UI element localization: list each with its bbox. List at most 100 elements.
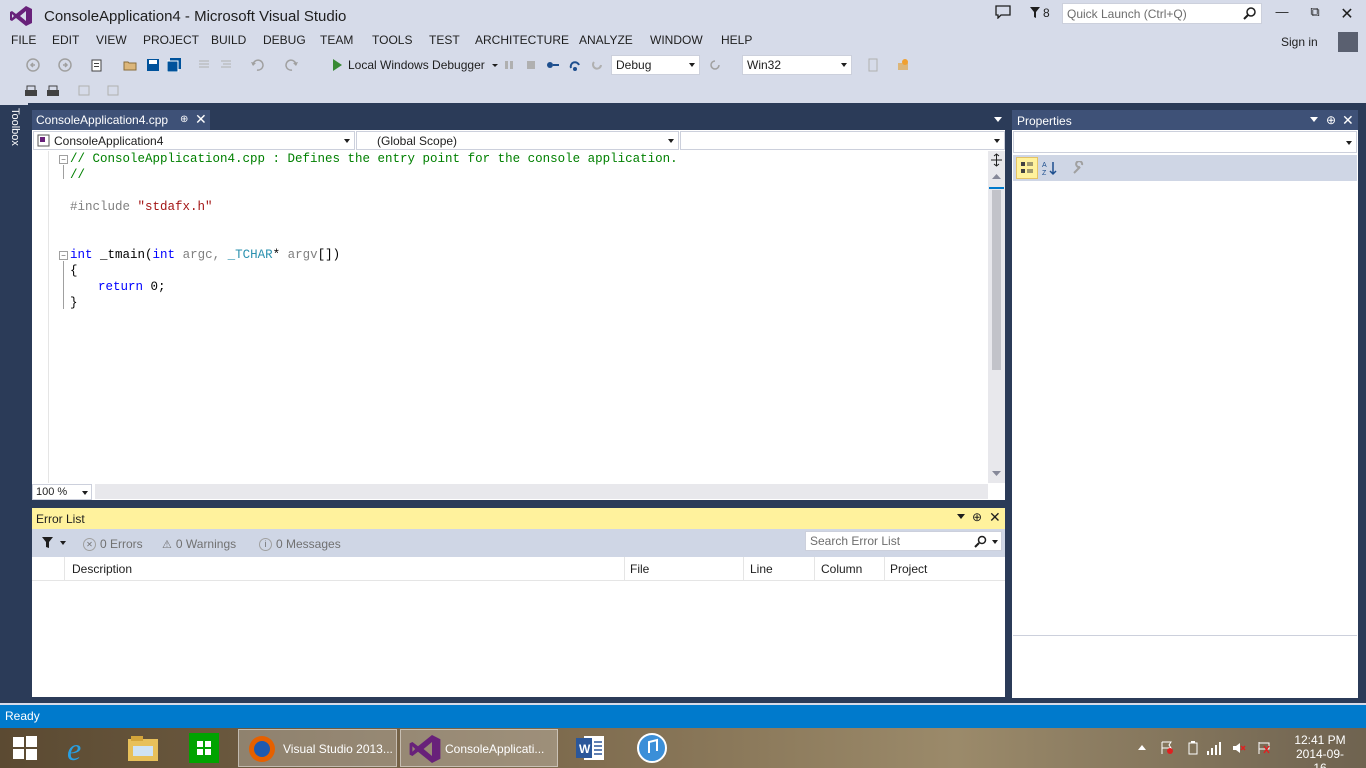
chevron-down-icon[interactable] [957, 514, 965, 519]
new-project-icon[interactable] [90, 58, 104, 72]
step-over-icon[interactable] [568, 58, 582, 72]
code-editor[interactable] [32, 130, 1005, 500]
menu-edit[interactable]: EDIT [52, 33, 79, 47]
undo-icon[interactable] [250, 58, 264, 72]
rebuild-solution-icon[interactable] [46, 83, 60, 97]
column-column[interactable]: Column [821, 562, 862, 576]
redo-icon[interactable] [285, 58, 299, 72]
build-solution-icon[interactable] [24, 83, 38, 97]
error-list-search-input[interactable]: Search Error List [805, 531, 1002, 551]
cancel-build-icon[interactable] [106, 83, 120, 97]
back-icon[interactable] [26, 58, 40, 72]
code-line-2[interactable]: // [70, 168, 85, 182]
show-hidden-icons-icon[interactable] [1137, 743, 1147, 751]
warnings-filter-button[interactable]: ⚠ 0 Warnings [162, 537, 236, 551]
save-all-icon[interactable] [167, 58, 181, 72]
word-icon[interactable]: W [576, 734, 606, 762]
member-nav-select[interactable] [680, 131, 1005, 150]
comment-icon[interactable] [197, 58, 211, 72]
code-line-1[interactable]: // ConsoleApplication4.cpp : Defines the… [70, 152, 678, 166]
chevron-down-icon[interactable] [1310, 117, 1318, 122]
stop-icon[interactable] [524, 58, 538, 72]
scroll-down-icon[interactable] [991, 470, 1002, 478]
avatar[interactable] [1338, 32, 1358, 52]
flag-icon[interactable] [1257, 741, 1271, 755]
menu-tools[interactable]: TOOLS [372, 33, 412, 47]
filter-icon[interactable] [42, 537, 53, 548]
feedback-filter-icon[interactable] [1030, 7, 1040, 18]
platform-select[interactable]: Win32 [742, 55, 852, 75]
publish-icon[interactable] [77, 83, 91, 97]
local-windows-debugger-button[interactable]: Local Windows Debugger [348, 58, 485, 72]
menu-view[interactable]: VIEW [96, 33, 127, 47]
collapse-toggle[interactable]: − [59, 251, 68, 260]
internet-explorer-icon[interactable]: e [65, 733, 97, 763]
scope-nav-select[interactable]: (Global Scope) [356, 131, 679, 150]
properties-object-select[interactable] [1013, 131, 1357, 153]
menu-build[interactable]: BUILD [211, 33, 246, 47]
property-pages-wrench-icon[interactable] [1072, 161, 1086, 175]
zoom-select[interactable]: 100 % [32, 484, 92, 500]
refresh-icon[interactable] [708, 58, 722, 72]
menu-test[interactable]: TEST [429, 33, 460, 47]
column-file[interactable]: File [630, 562, 649, 576]
code-line-return[interactable]: return 0; [98, 280, 166, 294]
notification-icon[interactable] [995, 5, 1011, 19]
menu-architecture[interactable]: ARCHITECTURE [475, 33, 569, 47]
search-icon[interactable] [974, 535, 987, 548]
action-center-icon[interactable] [1160, 741, 1174, 755]
find-in-files-icon[interactable] [896, 58, 910, 72]
minimize-button[interactable]: — [1270, 4, 1294, 24]
collapse-toggle[interactable]: − [59, 155, 68, 164]
system-clock[interactable]: 12:41 PM 2014-09-16 [1290, 733, 1350, 768]
step-into-icon[interactable] [546, 58, 560, 72]
alphabetical-sort-icon[interactable]: AZ [1042, 160, 1058, 176]
close-window-button[interactable]: ✕ [1335, 4, 1359, 24]
taskbar-firefox-visual-studio[interactable]: Visual Studio 2013... [238, 729, 397, 767]
categorized-button[interactable] [1016, 157, 1038, 179]
close-panel-icon[interactable]: ✕ [989, 509, 1001, 526]
tab-list-dropdown-icon[interactable] [994, 117, 1002, 122]
open-file-icon[interactable] [123, 58, 137, 72]
code-line-main[interactable]: int _tmain(int argc, _TCHAR* argv[]) [70, 248, 340, 262]
column-divider[interactable] [743, 557, 744, 581]
chevron-down-icon[interactable] [992, 540, 998, 544]
column-line[interactable]: Line [750, 562, 773, 576]
pin-icon[interactable]: ⊕ [180, 114, 188, 125]
battery-icon[interactable] [1187, 741, 1199, 755]
pin-icon[interactable]: ⊕ [972, 510, 982, 524]
split-icon[interactable] [990, 153, 1003, 167]
code-line-open-brace[interactable]: { [70, 264, 78, 278]
errors-filter-button[interactable]: ✕ 0 Errors [83, 537, 143, 552]
code-line-include[interactable]: #include "stdafx.h" [70, 200, 213, 214]
sign-in-link[interactable]: Sign in [1281, 35, 1318, 49]
uncomment-icon[interactable] [219, 58, 233, 72]
windows-store-icon[interactable] [189, 733, 219, 763]
code-line-close-brace[interactable]: } [70, 296, 78, 310]
menu-analyze[interactable]: ANALYZE [579, 33, 633, 47]
column-description[interactable]: Description [72, 562, 132, 576]
taskbar-visual-studio[interactable]: ConsoleApplicati... [400, 729, 558, 767]
network-signal-icon[interactable] [1207, 741, 1223, 755]
column-divider[interactable] [624, 557, 625, 581]
device-icon[interactable] [866, 58, 880, 72]
file-explorer-icon[interactable] [127, 734, 159, 762]
configuration-select[interactable]: Debug [611, 55, 700, 75]
chevron-down-icon[interactable] [488, 58, 502, 72]
column-project[interactable]: Project [890, 562, 927, 576]
messages-filter-button[interactable]: i 0 Messages [259, 537, 341, 552]
close-tab-icon[interactable]: ✕ [195, 111, 207, 128]
menu-help[interactable]: HELP [721, 33, 752, 47]
search-icon[interactable] [1243, 6, 1257, 20]
editor-scroll-thumb[interactable] [992, 190, 1001, 370]
pause-icon[interactable] [502, 58, 516, 72]
menu-team[interactable]: TEAM [320, 33, 353, 47]
itunes-icon[interactable] [637, 733, 667, 763]
project-nav-select[interactable]: ConsoleApplication4 [33, 131, 355, 150]
menu-file[interactable]: FILE [11, 33, 36, 47]
pin-icon[interactable]: ⊕ [1326, 113, 1336, 127]
restore-button[interactable]: ⧉ [1303, 4, 1327, 24]
forward-icon[interactable] [58, 58, 72, 72]
menu-debug[interactable]: DEBUG [263, 33, 306, 47]
column-divider[interactable] [884, 557, 885, 581]
